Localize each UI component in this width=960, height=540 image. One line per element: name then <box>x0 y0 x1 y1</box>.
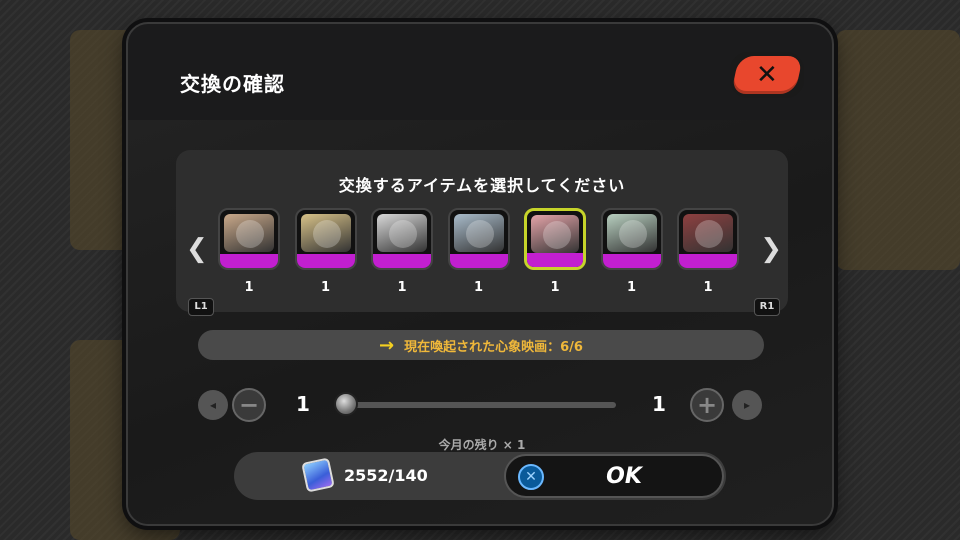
close-button[interactable]: ✕ <box>730 52 804 98</box>
ok-button[interactable]: ✕ OK <box>504 454 724 498</box>
info-text: 現在喚起された心象映画：6/6 <box>404 339 583 355</box>
dpad-left-icon: ◂ <box>198 390 228 420</box>
background-card <box>836 30 960 270</box>
currency-amount: 2552/140 <box>344 466 428 485</box>
item-rarity-bar <box>220 254 278 268</box>
character-portrait <box>377 214 427 252</box>
exchange-confirm-dialog: 交換の確認 ✕ 交換するアイテムを選択してください ❮ ❯ L1 R1 1111… <box>126 22 834 526</box>
item-card[interactable] <box>524 208 586 270</box>
dialog-title: 交換の確認 <box>180 72 285 96</box>
item-card[interactable] <box>677 208 739 270</box>
quantity-slider-track[interactable] <box>340 402 616 408</box>
plus-button[interactable]: + <box>690 388 724 422</box>
ok-label: OK <box>606 464 642 489</box>
item-rarity-bar <box>602 254 661 268</box>
item-select-panel: 交換するアイテムを選択してください ❮ ❯ L1 R1 1 1 1 1 1 1 1 <box>176 150 788 316</box>
item-rarity-bar <box>373 254 431 268</box>
item-count: 1 <box>626 280 637 295</box>
ticket-icon <box>301 457 335 493</box>
item-card[interactable] <box>600 208 663 270</box>
r1-button-hint: R1 <box>754 298 780 316</box>
minus-button[interactable]: − <box>232 388 266 422</box>
character-portrait <box>453 214 504 252</box>
quantity-max: 1 <box>652 392 666 416</box>
character-portrait <box>224 214 274 252</box>
character-portrait <box>683 214 733 252</box>
dpad-right-icon: ▸ <box>732 390 762 420</box>
close-x-icon: ✕ <box>756 60 778 90</box>
item-rarity-bar <box>449 254 508 268</box>
item-rarity-bar <box>296 254 355 268</box>
chevron-left-icon[interactable]: ❮ <box>186 234 208 264</box>
info-bar: → 現在喚起された心象映画：6/6 <box>198 330 764 360</box>
character-portrait <box>300 214 351 252</box>
quantity-selector: ◂ − 1 1 + ▸ 今月の残り × 1 <box>176 376 788 452</box>
monthly-remaining: 今月の残り × 1 <box>438 438 526 452</box>
item-count: 1 <box>320 280 331 295</box>
item-count: 1 <box>244 280 254 295</box>
item-count: 1 <box>550 280 560 295</box>
chevron-right-icon[interactable]: ❯ <box>760 234 782 264</box>
quantity-slider-knob[interactable] <box>334 392 358 416</box>
l1-button-hint: L1 <box>188 298 214 316</box>
select-prompt: 交換するアイテムを選択してください <box>338 176 626 195</box>
item-card[interactable] <box>294 208 357 270</box>
character-portrait <box>531 215 579 253</box>
item-count: 1 <box>703 280 713 295</box>
footer-bar: 2552/140 ✕ OK <box>234 452 726 500</box>
quantity-min: 1 <box>296 392 310 416</box>
item-list: 1 1 1 1 1 1 1 <box>218 208 744 308</box>
character-portrait <box>606 214 657 252</box>
arrow-right-icon: → <box>379 334 395 356</box>
item-rarity-bar <box>527 253 583 267</box>
item-count: 1 <box>473 280 484 295</box>
item-card[interactable] <box>371 208 433 270</box>
item-rarity-bar <box>679 254 737 268</box>
item-card[interactable] <box>447 208 510 270</box>
item-count: 1 <box>397 280 407 295</box>
item-card[interactable] <box>218 208 280 270</box>
